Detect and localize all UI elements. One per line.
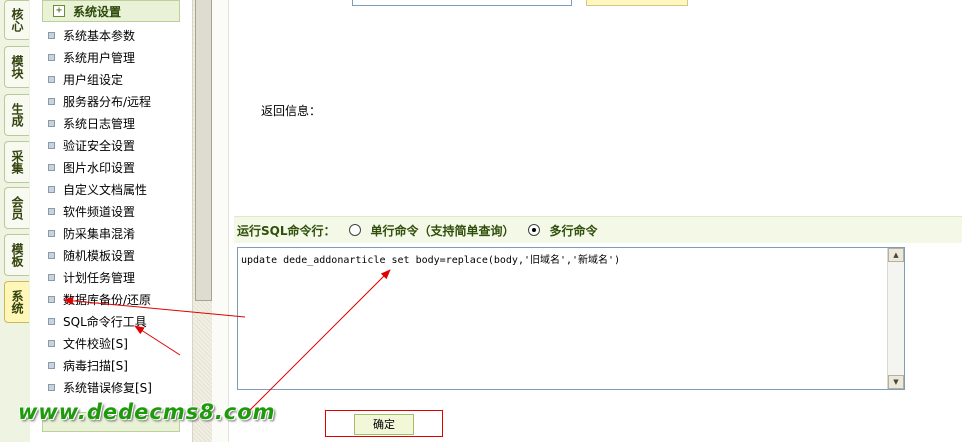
menu-item-label: 服务器分布/远程 — [63, 94, 152, 109]
menu-item-user-admin[interactable]: 系统用户管理 — [48, 47, 135, 67]
side-menu: + 系统设置 系统基本参数 系统用户管理 用户组设定 服务器分布/远程 系统日志… — [30, 0, 193, 442]
menu-item-label: 系统基本参数 — [63, 28, 136, 43]
menu-item-sql-tool[interactable]: SQL命令行工具 — [48, 311, 147, 331]
tab-core[interactable]: 核心 — [4, 0, 29, 40]
menu-item-label: 验证安全设置 — [63, 138, 136, 153]
bullet-icon — [48, 295, 55, 303]
menu-item-virus-scan[interactable]: 病毒扫描[S] — [48, 355, 128, 375]
menu-item-label: 图片水印设置 — [63, 160, 136, 175]
tab-template[interactable]: 模板 — [4, 234, 29, 276]
menu-section-header[interactable]: + 系统设置 — [42, 0, 180, 22]
bullet-icon — [48, 229, 55, 237]
tab-member-label: 会员 — [10, 196, 24, 220]
bullet-icon — [48, 317, 55, 325]
sql-text-content: update dede_addonarticle set body=replac… — [241, 255, 621, 266]
tab-system-label: 系统 — [10, 290, 24, 314]
menu-item-label: 系统用户管理 — [63, 50, 136, 65]
scroll-up-arrow-icon[interactable]: ▲ — [888, 248, 904, 262]
menu-item-security[interactable]: 验证安全设置 — [48, 135, 135, 155]
menu-item-label: 软件频道设置 — [63, 204, 136, 219]
sql-textarea[interactable]: update dede_addonarticle set body=replac… — [237, 247, 905, 390]
single-line-radio[interactable] — [348, 224, 361, 236]
tab-core-label: 核心 — [10, 8, 24, 32]
bullet-icon — [48, 251, 55, 259]
menu-item-label: 用户组设定 — [63, 72, 124, 87]
tab-modules-label: 模块 — [10, 55, 24, 79]
vertical-tab-bar: 核心 模块 生成 采集 会员 模板 系统 — [0, 0, 31, 442]
bullet-icon — [48, 53, 55, 61]
scrollbar-thumb[interactable] — [195, 0, 212, 301]
tab-collect-label: 采集 — [10, 150, 24, 174]
tab-generate[interactable]: 生成 — [4, 94, 29, 136]
menu-item-file-check[interactable]: 文件校验[S] — [48, 333, 128, 353]
menu-item-system-log[interactable]: 系统日志管理 — [48, 113, 135, 133]
menu-item-label: 系统错误修复[S] — [63, 380, 152, 395]
bullet-icon — [48, 383, 55, 391]
watermark-text: www.dedecms8.com — [18, 400, 276, 424]
confirm-button[interactable]: 确定 — [354, 414, 414, 435]
menu-item-label: SQL命令行工具 — [63, 314, 147, 329]
bullet-icon — [48, 185, 55, 193]
tab-modules[interactable]: 模块 — [4, 46, 29, 88]
menu-item-label: 文件校验[S] — [63, 336, 128, 351]
menu-item-anti-collect[interactable]: 防采集串混淆 — [48, 223, 135, 243]
menu-item-error-repair[interactable]: 系统错误修复[S] — [48, 377, 152, 397]
tab-system[interactable]: 系统 — [4, 281, 29, 323]
menu-item-scheduled-tasks[interactable]: 计划任务管理 — [48, 267, 135, 287]
bullet-icon — [48, 119, 55, 127]
bullet-icon — [48, 207, 55, 215]
expand-plus-icon[interactable]: + — [53, 5, 65, 17]
menu-item-label: 系统日志管理 — [63, 116, 136, 131]
top-button[interactable] — [586, 0, 688, 6]
menu-item-label: 防采集串混淆 — [63, 226, 136, 241]
tab-collect[interactable]: 采集 — [4, 141, 29, 183]
divider-column — [212, 0, 229, 442]
sql-mode-bar: 运行SQL命令行： 单行命令（支持简单查询） 多行命令 — [234, 216, 962, 243]
menu-item-label: 病毒扫描[S] — [63, 358, 128, 373]
scroll-down-arrow-icon[interactable]: ▼ — [888, 375, 904, 389]
return-info-label: 返回信息： — [261, 104, 322, 118]
tab-generate-label: 生成 — [10, 103, 24, 127]
tab-template-label: 模板 — [10, 243, 24, 267]
bullet-icon — [48, 361, 55, 369]
menu-item-label: 数据库备份/还原 — [63, 292, 152, 307]
tab-member[interactable]: 会员 — [4, 187, 29, 229]
menu-item-label: 计划任务管理 — [63, 270, 136, 285]
menu-scrollbar[interactable] — [192, 0, 213, 442]
menu-item-doc-attrs[interactable]: 自定义文档属性 — [48, 179, 147, 199]
single-line-option-label[interactable]: 单行命令（支持简单查询） — [371, 222, 515, 239]
bullet-icon — [48, 97, 55, 105]
sql-mode-label: 运行SQL命令行： — [237, 223, 336, 238]
top-select-box[interactable] — [352, 0, 572, 6]
menu-item-db-backup[interactable]: 数据库备份/还原 — [48, 289, 151, 309]
menu-item-label: 随机模板设置 — [63, 248, 136, 263]
menu-item-watermark[interactable]: 图片水印设置 — [48, 157, 135, 177]
bullet-icon — [48, 31, 55, 39]
multi-line-radio[interactable] — [527, 224, 540, 236]
menu-item-user-groups[interactable]: 用户组设定 — [48, 69, 123, 89]
bullet-icon — [48, 339, 55, 347]
menu-item-software-channel[interactable]: 软件频道设置 — [48, 201, 135, 221]
menu-item-server-remote[interactable]: 服务器分布/远程 — [48, 91, 151, 111]
menu-item-basic-params[interactable]: 系统基本参数 — [48, 25, 135, 45]
bullet-icon — [48, 273, 55, 281]
menu-section-title: 系统设置 — [73, 4, 122, 19]
menu-item-label: 自定义文档属性 — [63, 182, 148, 197]
multi-line-option-label[interactable]: 多行命令 — [550, 222, 598, 239]
bullet-icon — [48, 75, 55, 83]
textarea-scrollbar[interactable]: ▲ ▼ — [887, 248, 904, 389]
menu-item-random-template[interactable]: 随机模板设置 — [48, 245, 135, 265]
bullet-icon — [48, 163, 55, 171]
bullet-icon — [48, 141, 55, 149]
